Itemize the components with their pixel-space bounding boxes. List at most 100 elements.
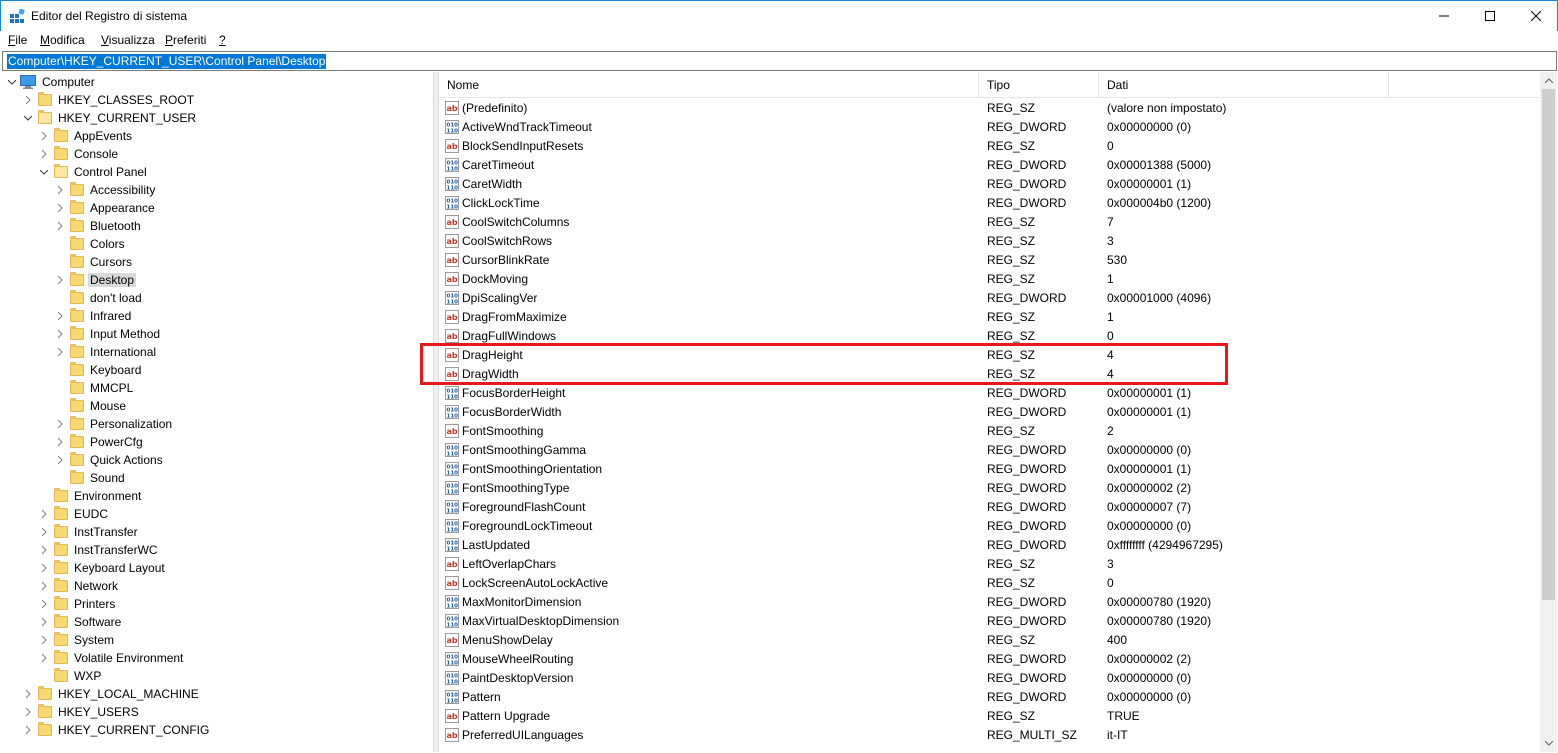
address-path[interactable]: Computer\HKEY_CURRENT_USER\Control Panel…: [7, 54, 327, 69]
chevron-right-icon[interactable]: [54, 343, 66, 361]
list-item[interactable]: 010 110 PaintDesktopVersion REG_DWORD 0x0000…: [439, 668, 1540, 687]
tree-item[interactable]: Volatile Environment: [38, 649, 185, 667]
tree-item[interactable]: don't load: [54, 289, 144, 307]
tree-item[interactable]: Desktop: [54, 271, 137, 289]
tree-item[interactable]: HKEY_CURRENT_CONFIG: [22, 721, 211, 739]
chevron-right-icon[interactable]: [54, 181, 66, 199]
list-item[interactable]: ab LockScreenAutoLockActive REG_SZ 0: [439, 573, 1540, 592]
tree-item[interactable]: Infrared: [54, 307, 133, 325]
list-item[interactable]: ab PreferredUILanguages REG_MULTI_SZ it-IT: [439, 725, 1540, 744]
menu-preferiti[interactable]: Preferiti: [165, 33, 206, 47]
list-item[interactable]: 010 110 DpiScalingVer REG_DWORD 0x00001000 (…: [439, 288, 1540, 307]
tree-item[interactable]: Keyboard: [54, 361, 143, 379]
chevron-down-icon[interactable]: [6, 73, 18, 91]
tree-item[interactable]: International: [54, 343, 158, 361]
tree-item[interactable]: Console: [38, 145, 120, 163]
chevron-right-icon[interactable]: [38, 613, 50, 631]
chevron-right-icon[interactable]: [38, 577, 50, 595]
scroll-up-button[interactable]: [1540, 72, 1557, 89]
chevron-right-icon[interactable]: [22, 721, 34, 739]
list-item[interactable]: ab CoolSwitchColumns REG_SZ 7: [439, 212, 1540, 231]
list-item[interactable]: 010 110 MaxVirtualDesktopDimension REG_DWOR…: [439, 611, 1540, 630]
address-bar[interactable]: Computer\HKEY_CURRENT_USER\Control Panel…: [2, 51, 1557, 71]
chevron-right-icon[interactable]: [54, 433, 66, 451]
maximize-button[interactable]: [1467, 1, 1513, 31]
chevron-right-icon[interactable]: [38, 595, 50, 613]
chevron-right-icon[interactable]: [54, 217, 66, 235]
chevron-right-icon[interactable]: [54, 325, 66, 343]
scroll-down-button[interactable]: [1540, 735, 1557, 752]
chevron-right-icon[interactable]: [38, 559, 50, 577]
list-item[interactable]: ab CursorBlinkRate REG_SZ 530: [439, 250, 1540, 269]
tree-item[interactable]: Control Panel: [38, 163, 149, 181]
chevron-right-icon[interactable]: [54, 415, 66, 433]
tree-item[interactable]: Personalization: [54, 415, 174, 433]
menu-modifica[interactable]: Modifica: [40, 33, 85, 47]
list-item[interactable]: ab BlockSendInputResets REG_SZ 0: [439, 136, 1540, 155]
chevron-down-icon[interactable]: [38, 163, 50, 181]
list-item[interactable]: 010 110 MouseWheelRouting REG_DWORD 0x000000…: [439, 649, 1540, 668]
menu-file[interactable]: File: [8, 33, 27, 47]
chevron-right-icon[interactable]: [54, 307, 66, 325]
tree-item[interactable]: Environment: [38, 487, 143, 505]
tree-item[interactable]: InstTransferWC: [38, 541, 160, 559]
chevron-right-icon[interactable]: [54, 451, 66, 469]
tree-item[interactable]: AppEvents: [38, 127, 134, 145]
list-item[interactable]: 010 110 FontSmoothingType REG_DWORD 0x000000…: [439, 478, 1540, 497]
tree-item[interactable]: Input Method: [54, 325, 162, 343]
tree-item[interactable]: Computer: [6, 73, 97, 91]
list-item[interactable]: ab DragFromMaximize REG_SZ 1: [439, 307, 1540, 326]
tree-item[interactable]: Keyboard Layout: [38, 559, 167, 577]
list-item[interactable]: 010 110 MaxMonitorDimension REG_DWORD 0x0000…: [439, 592, 1540, 611]
values-list[interactable]: Nome Tipo Dati ab (Predefinito) REG_SZ (val…: [439, 72, 1540, 752]
chevron-right-icon[interactable]: [38, 505, 50, 523]
list-item[interactable]: ab (Predefinito) REG_SZ (valore non imposta…: [439, 98, 1540, 117]
tree-item[interactable]: InstTransfer: [38, 523, 140, 541]
column-header-data[interactable]: Dati: [1099, 72, 1389, 98]
chevron-right-icon[interactable]: [38, 649, 50, 667]
list-item[interactable]: 010 110 CaretTimeout REG_DWORD 0x00001388 (5…: [439, 155, 1540, 174]
tree-item[interactable]: Software: [38, 613, 123, 631]
tree-item[interactable]: Sound: [54, 469, 127, 487]
list-item[interactable]: 010 110 ActiveWndTrackTimeout REG_DWORD 0x00…: [439, 117, 1540, 136]
tree-item[interactable]: MMCPL: [54, 379, 135, 397]
list-item[interactable]: ab MenuShowDelay REG_SZ 400: [439, 630, 1540, 649]
list-item[interactable]: ab DragFullWindows REG_SZ 0: [439, 326, 1540, 345]
chevron-right-icon[interactable]: [38, 523, 50, 541]
tree-item[interactable]: Accessibility: [54, 181, 157, 199]
list-item[interactable]: ab Pattern Upgrade REG_SZ TRUE: [439, 706, 1540, 725]
tree-item[interactable]: PowerCfg: [54, 433, 145, 451]
list-item[interactable]: ab DockMoving REG_SZ 1: [439, 269, 1540, 288]
menu-visualizza[interactable]: Visualizza: [101, 33, 155, 47]
tree-item[interactable]: Printers: [38, 595, 117, 613]
list-item[interactable]: ab CoolSwitchRows REG_SZ 3: [439, 231, 1540, 250]
tree-item[interactable]: Network: [38, 577, 120, 595]
registry-tree[interactable]: Computer HKEY_CLASSES_ROOT HKEY_CURRENT_US…: [2, 72, 433, 752]
chevron-right-icon[interactable]: [38, 541, 50, 559]
column-header-type[interactable]: Tipo: [979, 72, 1099, 98]
close-button[interactable]: [1513, 1, 1558, 31]
list-item[interactable]: 010 110 ClickLockTime REG_DWORD 0x000004b0 (…: [439, 193, 1540, 212]
list-item[interactable]: 010 110 CaretWidth REG_DWORD 0x00000001 (1): [439, 174, 1540, 193]
list-item[interactable]: 010 110 ForegroundFlashCount REG_DWORD 0x000…: [439, 497, 1540, 516]
menu-help[interactable]: ?: [219, 33, 226, 47]
list-item[interactable]: ab DragHeight REG_SZ 4: [439, 345, 1540, 364]
chevron-right-icon[interactable]: [54, 271, 66, 289]
chevron-right-icon[interactable]: [22, 703, 34, 721]
column-header-name[interactable]: Nome: [439, 72, 979, 98]
minimize-button[interactable]: [1421, 1, 1467, 31]
tree-item[interactable]: Colors: [54, 235, 127, 253]
chevron-right-icon[interactable]: [38, 631, 50, 649]
tree-item[interactable]: WXP: [38, 667, 103, 685]
tree-item[interactable]: Quick Actions: [54, 451, 165, 469]
list-item[interactable]: ab LeftOverlapChars REG_SZ 3: [439, 554, 1540, 573]
list-item[interactable]: 010 110 Pattern REG_DWORD 0x00000000 (0): [439, 687, 1540, 706]
tree-item[interactable]: HKEY_CLASSES_ROOT: [22, 91, 196, 109]
scroll-thumb[interactable]: [1542, 89, 1555, 600]
tree-item[interactable]: HKEY_CURRENT_USER: [22, 109, 198, 127]
tree-item[interactable]: HKEY_LOCAL_MACHINE: [22, 685, 201, 703]
list-item[interactable]: 010 110 FocusBorderHeight REG_DWORD 0x000000…: [439, 383, 1540, 402]
list-item[interactable]: 010 110 LastUpdated REG_DWORD 0xffffffff (42…: [439, 535, 1540, 554]
tree-item[interactable]: Bluetooth: [54, 217, 143, 235]
tree-item[interactable]: Appearance: [54, 199, 157, 217]
